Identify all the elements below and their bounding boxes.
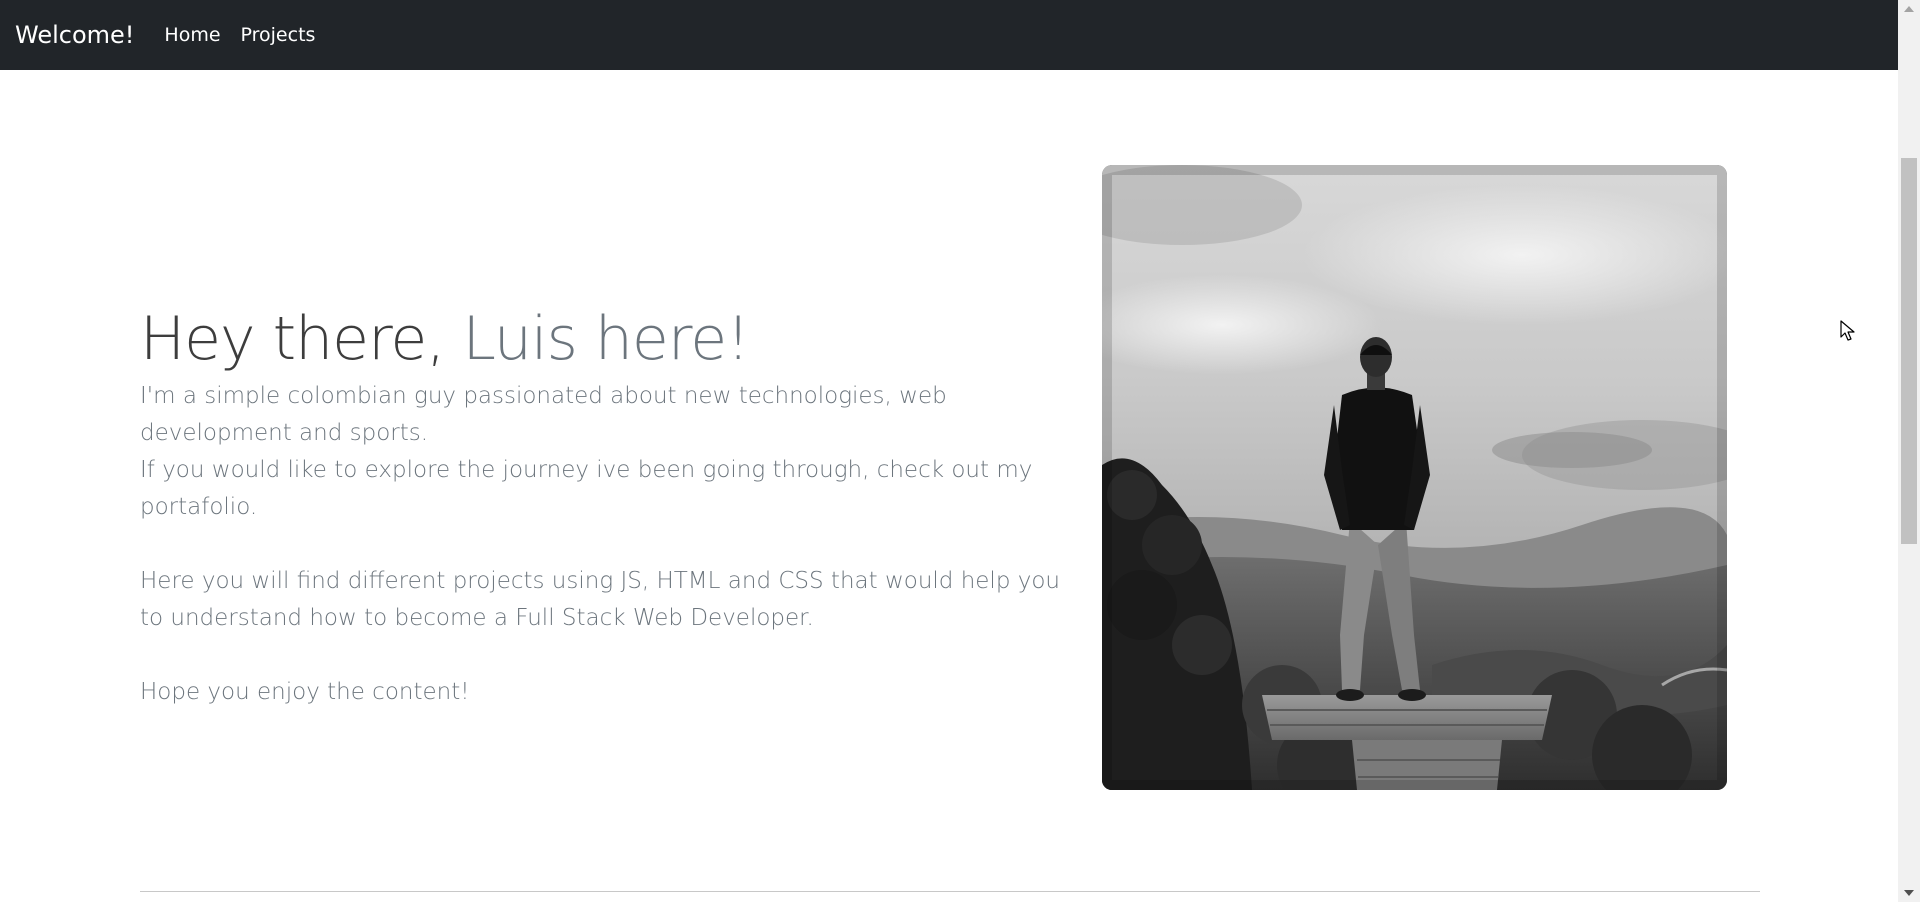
navbar: Welcome! Home Projects (0, 0, 1898, 70)
hero-portfolio-paragraph: If you would like to explore the journey… (140, 457, 1033, 520)
hero-title-greeting: Hey there, (140, 304, 463, 374)
hero-projects-paragraph: Here you will find different projects us… (140, 568, 1060, 631)
scroll-down-icon[interactable] (1904, 890, 1914, 896)
scrollbar-thumb[interactable] (1901, 158, 1917, 544)
vertical-scrollbar[interactable] (1898, 0, 1920, 902)
hero-title: Hey there, Luis here! (140, 300, 1080, 378)
mouse-cursor-icon (1840, 320, 1855, 341)
nav-link-projects[interactable]: Projects (241, 24, 316, 46)
profile-photo-image (1102, 165, 1727, 790)
page: Welcome! Home Projects Hey there, Luis h… (0, 0, 1920, 902)
hero-section: Hey there, Luis here! I'm a simple colom… (140, 300, 1080, 711)
hero-title-name: Luis here! (462, 304, 751, 374)
nav-link-home[interactable]: Home (164, 24, 220, 46)
scroll-up-icon[interactable] (1904, 6, 1914, 12)
hero-closing-paragraph: Hope you enjoy the content! (140, 679, 470, 705)
hero-intro-paragraph: I'm a simple colombian guy passionated a… (140, 383, 947, 446)
profile-photo (1102, 165, 1727, 790)
section-divider (140, 891, 1760, 892)
navbar-brand[interactable]: Welcome! (15, 21, 134, 49)
